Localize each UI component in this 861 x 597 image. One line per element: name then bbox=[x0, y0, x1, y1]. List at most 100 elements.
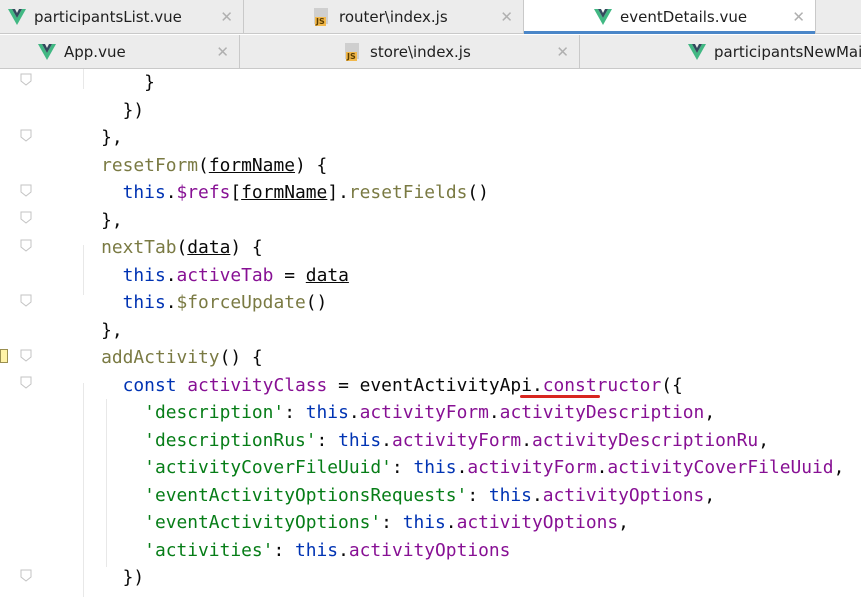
fold-marker-icon[interactable] bbox=[20, 211, 32, 224]
code-token: this bbox=[413, 457, 457, 478]
code-line[interactable]: 'activities': this.activityOptions bbox=[58, 537, 510, 564]
code-line[interactable]: 'eventActivityOptions': this.activityOpt… bbox=[58, 509, 629, 536]
fold-marker-icon[interactable] bbox=[20, 294, 32, 307]
code-token: activityOptions bbox=[456, 512, 619, 533]
code-token: . bbox=[521, 429, 532, 451]
editor-tab[interactable]: JS router\index.js ✕ bbox=[244, 0, 524, 34]
code-line[interactable]: }, bbox=[58, 124, 123, 151]
fold-marker-icon[interactable] bbox=[20, 73, 32, 86]
editor-tab-row-2: App.vue ✕ JS store\index.js ✕ participantsNew… bbox=[0, 35, 861, 69]
code-token: : bbox=[284, 402, 306, 423]
code-token: 'descriptionRus' bbox=[144, 429, 317, 451]
code-token: , bbox=[833, 457, 845, 478]
editor-tab[interactable]: eventDetails.vue ✕ bbox=[524, 0, 816, 34]
editor-tab[interactable]: JS store\index.js ✕ bbox=[240, 35, 580, 69]
code-token: activityForm bbox=[359, 402, 489, 423]
code-token: . bbox=[338, 539, 349, 561]
code-token: this bbox=[488, 484, 532, 506]
code-line[interactable]: nextTab(data) { bbox=[58, 234, 263, 261]
close-tab-icon[interactable]: ✕ bbox=[220, 8, 233, 26]
code-token: . bbox=[596, 457, 608, 478]
code-line[interactable]: this.$forceUpdate() bbox=[58, 289, 328, 316]
code-token: resetForm bbox=[101, 154, 199, 176]
code-editor[interactable]: } }) }, resetForm(formName) { this.$refs… bbox=[0, 69, 861, 597]
fold-marker-icon[interactable] bbox=[20, 569, 32, 582]
code-line[interactable]: }) bbox=[58, 564, 145, 591]
code-line[interactable]: }, bbox=[58, 207, 123, 234]
code-line[interactable]: addActivity() { bbox=[58, 344, 263, 371]
code-token: ) { bbox=[295, 154, 328, 176]
editor-tab[interactable]: App.vue ✕ bbox=[0, 35, 240, 69]
code-token: activityDescription bbox=[499, 402, 705, 423]
code-line[interactable]: 'description': this.activityForm.activit… bbox=[58, 399, 715, 426]
close-tab-icon[interactable]: ✕ bbox=[792, 8, 805, 26]
close-tab-icon[interactable]: ✕ bbox=[216, 43, 229, 61]
vue-file-icon bbox=[688, 44, 706, 60]
code-token: . bbox=[456, 457, 468, 478]
close-tab-icon[interactable]: ✕ bbox=[500, 8, 513, 26]
fold-marker-icon[interactable] bbox=[20, 184, 32, 197]
code-token: activityOptions bbox=[542, 484, 705, 506]
code-token: . bbox=[381, 429, 392, 451]
code-line[interactable]: }) bbox=[58, 97, 145, 124]
code-token: this bbox=[402, 512, 446, 533]
editor-tab[interactable]: participantsList.vue ✕ bbox=[0, 0, 244, 34]
code-line[interactable]: resetForm(formName) { bbox=[58, 152, 327, 179]
code-token: nextTab bbox=[101, 237, 177, 258]
code-token: () { bbox=[219, 347, 263, 368]
editor-tab[interactable]: participantsNewMail.vue bbox=[580, 35, 861, 69]
code-token: = bbox=[273, 264, 306, 286]
tab-label: router\index.js bbox=[339, 8, 448, 26]
code-token: , bbox=[618, 512, 629, 533]
code-token: activityOptions bbox=[348, 539, 511, 561]
code-token: activityForm bbox=[391, 429, 522, 451]
editor-tab-row-1: participantsList.vue ✕ JS router\index.js ✕ e… bbox=[0, 0, 861, 34]
code-token: () bbox=[305, 292, 328, 313]
code-token: formName bbox=[241, 182, 328, 203]
code-token: } bbox=[58, 72, 155, 93]
fold-marker-icon[interactable] bbox=[20, 129, 32, 142]
code-token: this bbox=[305, 402, 349, 423]
code-token: ]. bbox=[327, 182, 349, 203]
code-line[interactable]: this.$refs[formName].resetFields() bbox=[58, 179, 489, 206]
code-line[interactable]: 'activityCoverFileUuid': this.activityFo… bbox=[58, 454, 844, 481]
code-token: 'eventActivityOptionsRequests' bbox=[144, 484, 468, 506]
code-token: activityDescriptionRu bbox=[531, 429, 759, 451]
fold-marker-icon[interactable] bbox=[20, 376, 32, 389]
code-token: . bbox=[165, 182, 177, 203]
code-token: this bbox=[122, 292, 166, 313]
code-token: ({ bbox=[661, 374, 683, 396]
code-token: . bbox=[488, 402, 500, 423]
code-token: . bbox=[348, 402, 360, 423]
code-token: }, bbox=[58, 319, 123, 341]
code-line[interactable]: this.activeTab = data bbox=[58, 262, 349, 289]
code-token: . bbox=[445, 512, 457, 533]
code-line[interactable]: 'eventActivityOptionsRequests': this.act… bbox=[58, 482, 715, 509]
code-token: = eventActivityApi. bbox=[327, 374, 543, 396]
close-tab-icon[interactable]: ✕ bbox=[556, 43, 569, 61]
code-token: constructor bbox=[542, 374, 662, 396]
code-token: const bbox=[122, 374, 177, 396]
code-token: 'description' bbox=[144, 402, 285, 423]
fold-marker-icon[interactable] bbox=[20, 349, 32, 362]
code-line[interactable]: 'descriptionRus': this.activityForm.acti… bbox=[58, 427, 769, 454]
tab-label: App.vue bbox=[64, 43, 126, 61]
fold-marker-icon[interactable] bbox=[20, 239, 32, 252]
code-token: }, bbox=[58, 209, 123, 231]
gutter-bookmark-icon[interactable] bbox=[0, 349, 8, 363]
code-line[interactable]: } bbox=[58, 69, 155, 96]
code-line[interactable]: }, bbox=[58, 317, 123, 344]
code-token: $forceUpdate bbox=[176, 292, 306, 313]
code-token: }, bbox=[58, 127, 123, 148]
code-token: formName bbox=[208, 154, 295, 176]
code-token: : bbox=[467, 484, 489, 506]
tab-label: participantsNewMail.vue bbox=[714, 43, 861, 61]
js-file-icon: JS bbox=[314, 8, 332, 26]
